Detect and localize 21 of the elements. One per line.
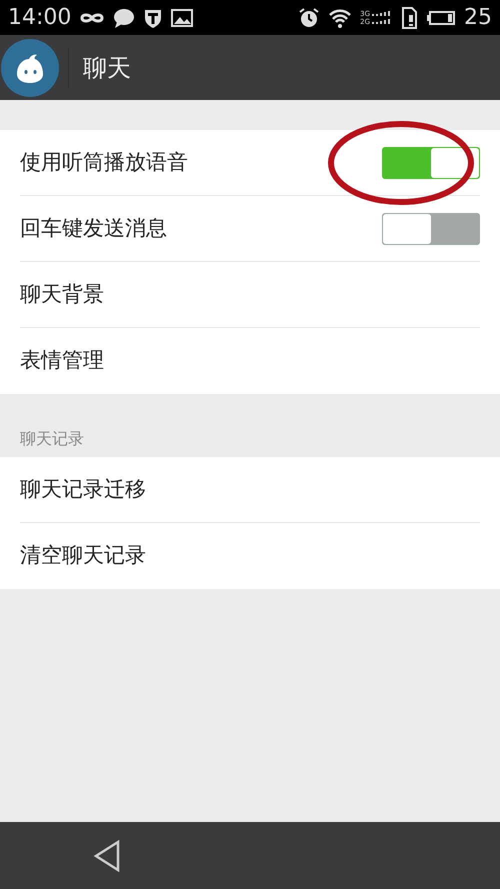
screen-title: 聊天 <box>83 52 131 84</box>
signal-icon <box>372 18 392 24</box>
setting-label: 使用听筒播放语音 <box>20 148 189 176</box>
settings-item[interactable]: 表情管理 <box>20 328 480 394</box>
status-time: 14:00 <box>8 4 72 32</box>
toggle-switch[interactable] <box>382 212 480 244</box>
wifi-icon <box>328 6 352 28</box>
setting-label: 回车键发送消息 <box>20 214 168 242</box>
toggle-switch[interactable] <box>382 146 480 178</box>
image-icon <box>171 6 194 28</box>
chat-bubble-icon <box>113 6 136 28</box>
settings-item[interactable]: 聊天记录迁移 <box>20 457 480 523</box>
app-logo-icon[interactable] <box>0 38 60 98</box>
section-header: 聊天记录 <box>20 428 84 450</box>
settings-item[interactable]: 聊天背景 <box>20 262 480 328</box>
alarm-clock-icon <box>298 6 320 28</box>
sim-card-icon <box>400 6 418 28</box>
signal-icon <box>372 10 392 16</box>
settings-item[interactable]: 清空聊天记录 <box>20 523 480 589</box>
back-icon[interactable] <box>93 840 121 872</box>
battery-level: 25 <box>464 4 492 32</box>
